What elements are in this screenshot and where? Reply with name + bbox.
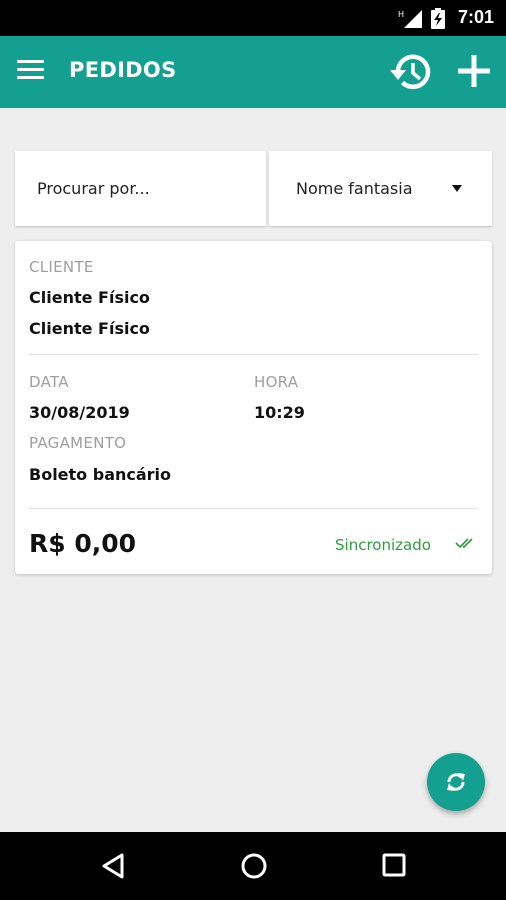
sync-button[interactable] <box>427 753 485 811</box>
status-bar: H 7:01 <box>0 0 506 36</box>
divider <box>29 354 478 355</box>
divider <box>29 508 478 509</box>
battery-icon <box>431 8 445 29</box>
filter-select[interactable]: Nome fantasia <box>269 151 492 226</box>
order-total: R$ 0,00 <box>29 529 137 558</box>
sync-icon <box>447 773 465 791</box>
date-value: 30/08/2019 <box>29 403 130 422</box>
navigation-bar <box>0 832 506 900</box>
history-icon[interactable] <box>388 50 434 94</box>
client-trade-name: Cliente Físico <box>29 319 150 338</box>
search-row: Nome fantasia <box>15 151 492 226</box>
client-name: Cliente Físico <box>29 288 150 307</box>
date-label: DATA <box>29 373 69 391</box>
payment-value: Boleto bancário <box>29 465 172 484</box>
filter-selected-value: Nome fantasia <box>296 179 413 198</box>
double-check-icon <box>455 538 473 549</box>
signal-icon: H <box>398 10 422 28</box>
time-label: HORA <box>254 373 299 391</box>
app-bar: PEDIDOS <box>0 36 506 108</box>
menu-icon[interactable] <box>16 58 46 82</box>
sync-status-text: Sincronizado <box>335 536 431 554</box>
search-box <box>15 151 266 226</box>
client-label: CLIENTE <box>29 258 94 276</box>
dropdown-arrow-icon <box>452 185 462 192</box>
time-value: 10:29 <box>254 403 305 422</box>
page-title: PEDIDOS <box>69 58 177 82</box>
home-icon[interactable] <box>240 852 268 880</box>
search-input[interactable] <box>15 151 266 226</box>
back-icon[interactable] <box>100 852 126 880</box>
payment-label: PAGAMENTO <box>29 434 127 452</box>
clock: 7:01 <box>457 7 494 27</box>
svg-text:H: H <box>398 10 404 19</box>
order-card[interactable]: CLIENTE Cliente Físico Cliente Físico DA… <box>15 241 492 574</box>
recent-apps-icon[interactable] <box>382 853 406 877</box>
add-icon[interactable] <box>456 52 492 90</box>
